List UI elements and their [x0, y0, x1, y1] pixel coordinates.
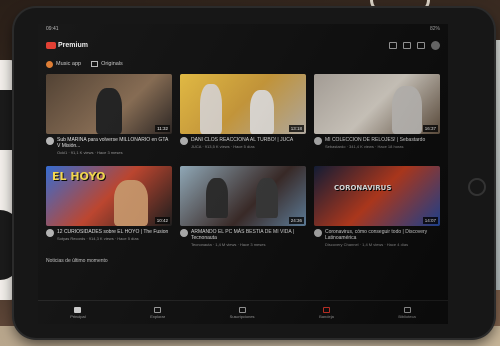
video-title[interactable]: Sub MARINA para volverse MILLONARIO en G… [57, 137, 172, 149]
channel-avatar[interactable] [314, 229, 322, 237]
nav-label: Principal [70, 313, 86, 319]
video-title[interactable]: Coronavirus, cómo conseguir todo | Disco… [325, 229, 440, 241]
channel-avatar[interactable] [46, 137, 54, 145]
status-time: 09:41 [46, 26, 59, 32]
nav-subscriptions[interactable]: Suscripciones [229, 306, 255, 319]
video-card[interactable]: 16:37 MI COLECCION DE RELOJES! | Sebasta… [314, 74, 440, 160]
video-duration: 14:07 [422, 217, 438, 224]
chip-label: Originals [101, 61, 123, 67]
thumbnail-person [96, 88, 122, 134]
video-title[interactable]: 12 CURIOSIDADES sobre EL HOYO | The Fusi… [57, 229, 168, 235]
video-duration: 10:42 [154, 217, 170, 224]
video-title[interactable]: MI COLECCION DE RELOJES! | Sebastardo [325, 137, 425, 143]
video-subtitle: Sotyas Records · 914,3 K views · Hace 5 … [57, 236, 139, 241]
nav-label: Explorar [150, 313, 166, 319]
search-icon[interactable] [417, 41, 425, 49]
thumbnail-person [392, 86, 422, 134]
video-camera-icon[interactable] [403, 41, 411, 49]
video-duration: 11:32 [155, 125, 170, 132]
header-actions [389, 40, 440, 50]
video-card[interactable]: CORONAVIRUS 14:07 Coronavirus, cómo cons… [314, 166, 440, 252]
channel-avatar[interactable] [180, 229, 188, 237]
app-header: Premium [38, 34, 448, 56]
tablet-screen: 09:41 82% Premium Music app Originals 11… [38, 24, 448, 324]
video-card[interactable]: 24:36 ARMANDO EL PC MÁS BESTIA DE MI VID… [180, 166, 306, 252]
cast-icon[interactable] [389, 41, 397, 49]
inbox-icon [322, 306, 330, 313]
video-thumbnail[interactable]: 24:36 [180, 166, 306, 226]
video-duration: 24:36 [288, 217, 304, 224]
chip-label: Music app [56, 61, 82, 67]
video-title[interactable]: ARMANDO EL PC MÁS BESTIA DE MI VIDA | Te… [191, 229, 306, 241]
app-logo[interactable]: Premium [46, 41, 88, 49]
video-title[interactable]: DANI CLOS REACCIONA AL TURBO! | JUCA [191, 137, 293, 143]
nav-label: Suscripciones [229, 313, 255, 319]
compass-icon [154, 306, 162, 313]
nav-label: Biblioteca [398, 313, 416, 319]
video-thumbnail[interactable]: EL HOYO 10:42 [46, 166, 172, 226]
library-icon [403, 306, 411, 313]
status-bar: 09:41 82% [38, 24, 448, 34]
video-subtitle: Sebastardo · 341,4 K views · Hace 18 hor… [325, 144, 404, 149]
video-subtitle: Tecnonauta · 1,4 M views · Hace 3 meses [191, 242, 266, 247]
thumbnail-overlay-text: CORONAVIRUS [334, 184, 392, 192]
video-meta: 12 CURIOSIDADES sobre EL HOYO | The Fusi… [46, 226, 172, 252]
nav-library[interactable]: Biblioteca [398, 306, 416, 319]
thumbnail-person [114, 180, 148, 226]
video-meta: DANI CLOS REACCIONA AL TURBO! | JUCA JUC… [180, 134, 306, 160]
thumbnail-person [200, 84, 222, 134]
music-icon [46, 60, 53, 68]
thumbnail-person [206, 178, 228, 218]
home-icon [74, 306, 82, 313]
channel-avatar[interactable] [180, 137, 188, 145]
video-meta: ARMANDO EL PC MÁS BESTIA DE MI VIDA | Te… [180, 226, 306, 252]
section-title: Noticias de último momento [46, 258, 108, 264]
video-meta: Sub MARINA para volverse MILLONARIO en G… [46, 134, 172, 160]
video-duration: 13:18 [288, 125, 304, 132]
video-subtitle: Ocki1 · 91,1 K views · Hace 3 meses [57, 150, 123, 155]
nav-home[interactable]: Principal [70, 306, 86, 319]
brand-label: Premium [58, 41, 88, 49]
chip-originals[interactable]: Originals [91, 61, 123, 67]
chip-music-app[interactable]: Music app [46, 60, 82, 68]
nav-inbox[interactable]: Bandeja [319, 306, 334, 319]
subscriptions-icon [238, 306, 246, 313]
play-logo-icon [46, 41, 56, 49]
home-button[interactable] [468, 178, 486, 196]
video-meta: MI COLECCION DE RELOJES! | Sebastardo Se… [314, 134, 440, 160]
video-thumbnail[interactable]: 16:37 [314, 74, 440, 134]
channel-avatar[interactable] [314, 137, 322, 145]
video-thumbnail[interactable]: 13:18 [180, 74, 306, 134]
video-thumbnail[interactable]: 11:32 [46, 74, 172, 134]
thumbnail-overlay-text: EL HOYO [52, 170, 106, 183]
originals-icon [91, 61, 99, 67]
thumbnail-person [256, 178, 278, 218]
bottom-navigation: Principal Explorar Suscripciones Bandeja… [38, 300, 448, 324]
video-grid: 11:32 Sub MARINA para volverse MILLONARI… [38, 72, 448, 254]
video-card[interactable]: EL HOYO 10:42 12 CURIOSIDADES sobre EL H… [46, 166, 172, 252]
tablet-device: 09:41 82% Premium Music app Originals 11… [14, 8, 494, 338]
nav-explore[interactable]: Explorar [150, 306, 166, 319]
video-subtitle: JUCA · 913,5 K views · Hace 5 días [191, 144, 255, 149]
nav-label: Bandeja [319, 313, 334, 319]
video-meta: Coronavirus, cómo conseguir todo | Disco… [314, 226, 440, 252]
video-duration: 16:37 [422, 125, 438, 132]
shortcut-chips: Music app Originals [38, 56, 448, 72]
avatar[interactable] [431, 40, 440, 50]
video-card[interactable]: 11:32 Sub MARINA para volverse MILLONARI… [46, 74, 172, 160]
video-subtitle: Discovery Channel · 1,4 M views · Hace 4… [325, 242, 409, 247]
video-thumbnail[interactable]: CORONAVIRUS 14:07 [314, 166, 440, 226]
thumbnail-person [250, 90, 274, 134]
video-card[interactable]: 13:18 DANI CLOS REACCIONA AL TURBO! | JU… [180, 74, 306, 160]
status-battery: 82% [429, 26, 440, 32]
channel-avatar[interactable] [46, 229, 54, 237]
